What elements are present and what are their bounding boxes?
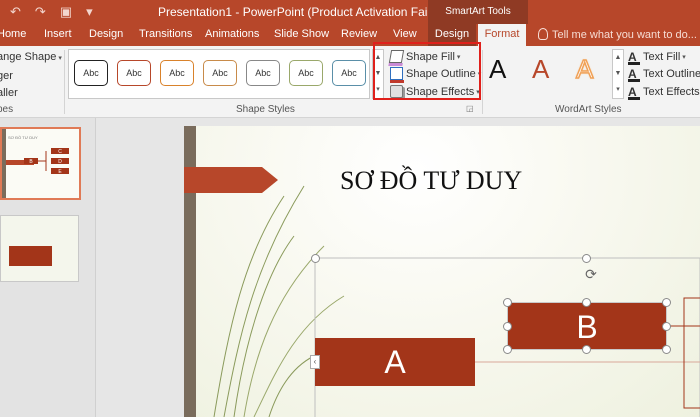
undo-icon[interactable]: ↶: [10, 4, 21, 20]
slide-thumbnail-1[interactable]: SƠ ĐỒ TƯ DUY B C D E: [0, 127, 81, 200]
smartart-node-b[interactable]: B: [507, 302, 667, 350]
tab-home[interactable]: Home: [0, 28, 26, 40]
thumbnail-mindmap-preview: SƠ ĐỒ TƯ DUY B C D E: [2, 129, 69, 198]
change-shape-button[interactable]: ange Shape ▾: [0, 51, 62, 63]
shape-style-2[interactable]: Abc: [117, 60, 151, 86]
shape-style-6[interactable]: Abc: [289, 60, 323, 86]
rotate-handle-icon[interactable]: ⟳: [583, 266, 599, 282]
ribbon: ange Shape▾ ger aller pes Abc Abc Abc Ab…: [0, 46, 700, 118]
tab-review[interactable]: Review: [341, 28, 377, 40]
window-title: Presentation1 - PowerPoint (Product Acti…: [158, 5, 448, 19]
slide-canvas: SƠ ĐỒ TƯ DUY A ‹ B ⟳: [96, 118, 700, 417]
tab-view[interactable]: View: [393, 28, 417, 40]
text-outline-icon: A: [628, 67, 641, 82]
text-fill-icon: A: [628, 50, 641, 65]
gallery-more-icon[interactable]: ▾: [613, 82, 623, 98]
wordart-styles-scroll[interactable]: ▲ ▼ ▾: [612, 49, 624, 99]
smartart-node-a[interactable]: A: [315, 338, 475, 386]
frame-handle[interactable]: [582, 254, 591, 263]
shape-style-3[interactable]: Abc: [160, 60, 194, 86]
scroll-down-icon[interactable]: ▼: [613, 66, 623, 82]
tab-transitions[interactable]: Transitions: [139, 28, 192, 40]
selection-handle[interactable]: [582, 345, 591, 354]
shape-style-1[interactable]: Abc: [74, 60, 108, 86]
wordart-style-1[interactable]: A: [489, 54, 506, 85]
scroll-up-icon[interactable]: ▲: [613, 50, 623, 66]
smaller-button[interactable]: aller: [0, 87, 18, 99]
tab-design[interactable]: Design: [89, 28, 123, 40]
shape-style-5[interactable]: Abc: [246, 60, 280, 86]
customize-qat-icon[interactable]: ▾: [86, 4, 93, 20]
ribbon-tabs: Home Insert Design Transitions Animation…: [0, 24, 700, 46]
tab-format[interactable]: Format: [478, 24, 526, 46]
shape-styles-group-label: Shape Styles: [236, 104, 295, 115]
group-divider: [482, 50, 483, 114]
shape-styles-gallery: Abc Abc Abc Abc Abc Abc Abc: [68, 49, 370, 99]
text-fill-button[interactable]: A Text Fill ▾: [628, 50, 686, 65]
thumb-node-d: D: [58, 159, 62, 165]
quick-access-toolbar: ↶ ↷ ▣ ▾: [10, 4, 93, 20]
dialog-launcher-icon[interactable]: ◲: [466, 104, 474, 113]
selection-handle[interactable]: [662, 345, 671, 354]
slide-thumbnails-pane: SƠ ĐỒ TƯ DUY B C D E: [0, 118, 96, 417]
slide[interactable]: SƠ ĐỒ TƯ DUY A ‹ B ⟳: [184, 126, 700, 417]
lightbulb-icon: [538, 28, 548, 40]
smartart-tools-label: SmartArt Tools: [428, 0, 528, 24]
wordart-style-2[interactable]: A: [532, 54, 549, 85]
text-outline-button[interactable]: AText Outline▾: [628, 67, 700, 82]
thumb-title: SƠ ĐỒ TƯ DUY: [8, 135, 38, 140]
text-effects-button[interactable]: AText Effects▾: [628, 85, 700, 100]
shapes-group-label: pes: [0, 104, 14, 115]
larger-button[interactable]: ger: [0, 70, 13, 82]
thumb-shape: [9, 246, 52, 266]
present-icon[interactable]: ▣: [60, 4, 72, 20]
shape-style-7[interactable]: Abc: [332, 60, 366, 86]
highlight-box: [373, 42, 481, 100]
wordart-group-label: WordArt Styles: [555, 104, 622, 115]
text-effects-icon: A: [628, 85, 641, 100]
tab-insert[interactable]: Insert: [44, 28, 72, 40]
redo-icon[interactable]: ↷: [35, 4, 46, 20]
selection-handle[interactable]: [503, 298, 512, 307]
slide-thumbnail-2[interactable]: [0, 215, 79, 282]
thumb-node-c: C: [58, 149, 62, 155]
text-pane-toggle-icon[interactable]: ‹: [310, 355, 320, 369]
title-bar: ↶ ↷ ▣ ▾ Presentation1 - PowerPoint (Prod…: [0, 0, 700, 24]
wordart-style-3[interactable]: A: [575, 53, 594, 85]
frame-handle[interactable]: [311, 254, 320, 263]
selection-handle[interactable]: [582, 298, 591, 307]
tell-me-search[interactable]: Tell me what you want to do...: [538, 28, 697, 41]
title-arrow-shape: [184, 167, 278, 193]
group-divider: [64, 50, 65, 114]
selection-handle[interactable]: [662, 298, 671, 307]
selection-handle[interactable]: [503, 322, 512, 331]
selection-handle[interactable]: [662, 322, 671, 331]
selection-handle[interactable]: [503, 345, 512, 354]
shape-style-4[interactable]: Abc: [203, 60, 237, 86]
tab-slideshow[interactable]: Slide Show: [274, 28, 329, 40]
tab-animations[interactable]: Animations: [205, 28, 259, 40]
slide-title[interactable]: SƠ ĐỒ TƯ DUY: [340, 166, 522, 196]
